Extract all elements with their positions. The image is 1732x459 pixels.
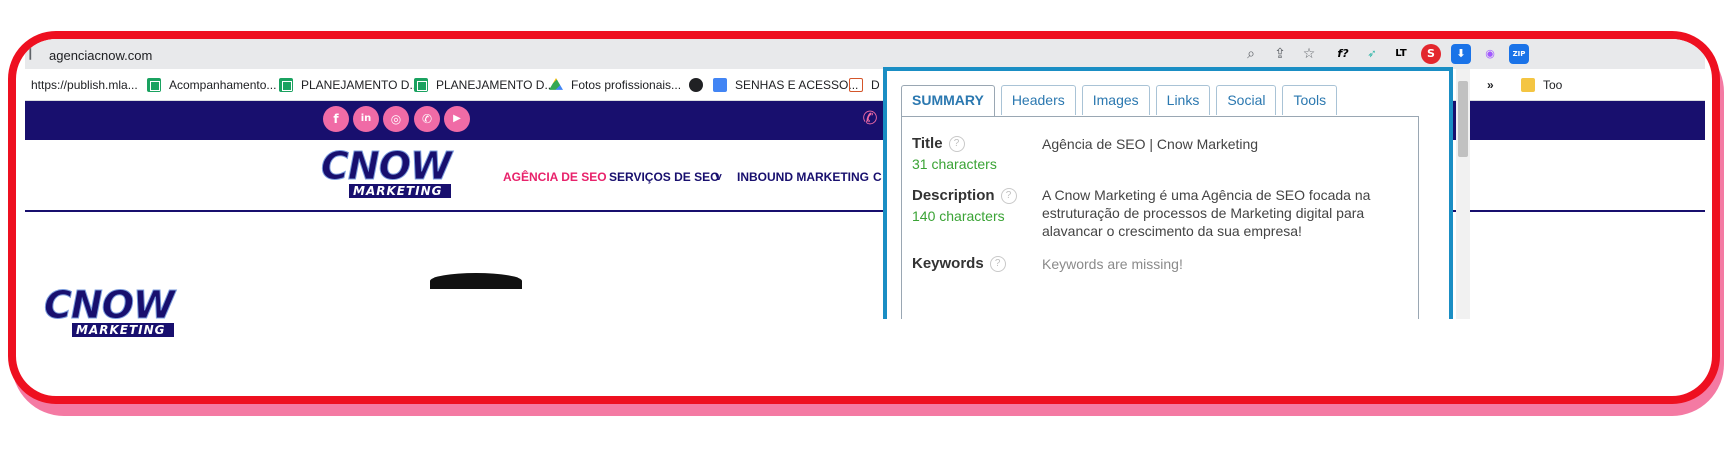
description-count: 140 characters <box>912 208 1005 224</box>
scrollbar-thumb[interactable] <box>1458 81 1468 157</box>
tab-headers[interactable]: Headers <box>1000 85 1076 115</box>
instagram-icon[interactable]: ◎ <box>383 106 409 132</box>
title-label: Title ? <box>912 135 965 152</box>
sheets-icon <box>414 78 428 92</box>
tab-summary[interactable]: SUMMARY <box>901 85 995 117</box>
description-value: A Cnow Marketing é uma Agência de SEO fo… <box>1042 187 1371 239</box>
sheets-icon <box>279 78 293 92</box>
tab-links[interactable]: Links <box>1155 85 1211 115</box>
sheets-icon <box>147 78 161 92</box>
bookmarks-bar: https://publish.mla... Acompanhamento...… <box>25 69 1705 101</box>
title-count: 31 characters <box>912 156 997 172</box>
bookmarks-overflow-button[interactable]: » <box>1487 78 1494 92</box>
keywords-value: Keywords are missing! <box>1042 256 1183 272</box>
color-extension-icon[interactable]: ◉ <box>1480 44 1500 64</box>
tab-images[interactable]: Images <box>1081 85 1150 115</box>
tab-social[interactable]: Social <box>1216 85 1277 115</box>
seo-extension-panel: SUMMARY Headers Images Links Social Tool… <box>883 67 1453 319</box>
doc-icon <box>849 78 863 92</box>
nav-inbound-marketing[interactable]: INBOUND MARKETING <box>737 170 869 184</box>
nav-servicos-de-seo[interactable]: SERVIÇOS DE SEO <box>609 170 719 184</box>
whatsapp-icon[interactable]: ✆ <box>414 106 440 132</box>
lock-icon: ┃ <box>27 48 34 60</box>
bookmark-item[interactable]: D <box>849 78 880 92</box>
bookmark-folder[interactable]: Too <box>1521 78 1562 92</box>
url-text[interactable]: agenciacnow.com <box>49 48 152 63</box>
facebook-icon[interactable]: f <box>323 106 349 132</box>
whatsapp-contact-icon[interactable]: ✆ <box>857 106 883 132</box>
tab-tools[interactable]: Tools <box>1282 85 1338 115</box>
help-icon[interactable]: ? <box>948 135 965 152</box>
browser-viewport: ┃ agenciacnow.com ⌕ ⇪ ☆ f? ➶ LT S ⬇ ◉ ZI… <box>25 39 1705 319</box>
bookmark-item[interactable]: PLANEJAMENTO D... <box>279 78 419 92</box>
youtube-icon[interactable]: ▶ <box>444 106 470 132</box>
bookmark-item[interactable]: https://publish.mla... <box>31 78 138 92</box>
bookmark-item[interactable]: SENHAS E ACESSO... <box>713 78 858 92</box>
docs-icon <box>713 78 727 92</box>
seo-extension-icon[interactable]: S <box>1421 44 1441 64</box>
panel-scrollbar[interactable] <box>1456 69 1470 319</box>
bookmark-item[interactable] <box>689 78 703 92</box>
green-bird-extension-icon[interactable]: ➶ <box>1362 44 1382 64</box>
star-icon[interactable]: ☆ <box>1300 45 1318 63</box>
share-icon[interactable]: ⇪ <box>1271 45 1289 63</box>
hero-image-partial <box>430 273 522 289</box>
bookmark-item[interactable]: PLANEJAMENTO D... <box>414 78 554 92</box>
zoom-icon[interactable]: ⌕ <box>1242 45 1260 63</box>
screenshot-frame: ┃ agenciacnow.com ⌕ ⇪ ☆ f? ➶ LT S ⬇ ◉ ZI… <box>8 31 1720 404</box>
lt-extension-icon[interactable]: LT <box>1391 44 1411 64</box>
folder-icon <box>1521 78 1535 92</box>
bookmark-item[interactable]: Acompanhamento... <box>147 78 276 92</box>
keywords-label: Keywords ? <box>912 255 1006 272</box>
linkedin-icon[interactable]: in <box>353 106 379 132</box>
chevron-down-icon[interactable]: ˅ <box>715 170 722 184</box>
description-label: Description ? <box>912 187 1017 204</box>
seo-tabs: SUMMARY Headers Images Links Social Tool… <box>901 85 1338 117</box>
help-icon[interactable]: ? <box>989 255 1006 272</box>
title-value: Agência de SEO | Cnow Marketing <box>1042 136 1259 152</box>
site-navbar: CNOW MARKETING AGÊNCIA DE SEO SERVIÇOS D… <box>25 140 1705 212</box>
drive-icon <box>549 78 563 90</box>
download-extension-icon[interactable]: ⬇ <box>1451 44 1471 64</box>
bookmark-item[interactable]: Fotos profissionais... <box>549 78 681 92</box>
cnow-logo-footer: CNOW MARKETING <box>44 283 175 337</box>
globe-icon <box>689 78 703 92</box>
address-bar[interactable]: ┃ agenciacnow.com ⌕ ⇪ ☆ f? ➶ LT S ⬇ ◉ ZI… <box>25 39 1705 69</box>
nav-agencia-de-seo[interactable]: AGÊNCIA DE SEO <box>503 170 607 184</box>
fx-extension-icon[interactable]: f? <box>1333 44 1353 64</box>
site-top-band: f in ◎ ✆ ▶ ✆ <box>25 101 1705 140</box>
help-icon[interactable]: ? <box>1000 187 1017 204</box>
nav-item-partial[interactable]: C <box>873 170 882 184</box>
cnow-logo[interactable]: CNOW MARKETING <box>321 147 452 198</box>
zip-extension-icon[interactable]: ZIP <box>1509 44 1529 64</box>
summary-panel: Title ? 31 characters Agência de SEO | C… <box>901 116 1419 319</box>
